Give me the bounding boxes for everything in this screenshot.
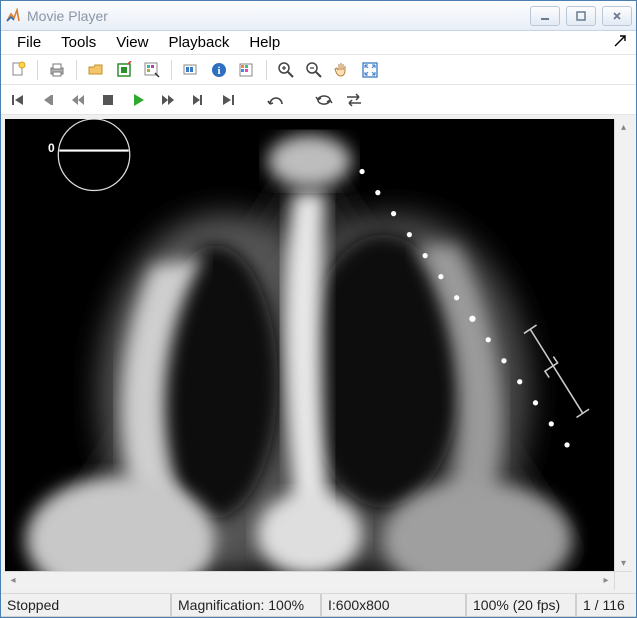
video-viewport[interactable]: 0 [5, 119, 614, 571]
vscroll-track[interactable] [615, 135, 632, 555]
status-state: Stopped [1, 594, 171, 617]
scroll-up-icon[interactable]: ▴ [616, 119, 632, 135]
scroll-down-icon[interactable]: ▾ [616, 555, 632, 571]
status-fps: 100% (20 fps) [466, 594, 576, 617]
main-toolbar: i [1, 55, 636, 85]
scroll-left-icon[interactable]: ◂ [5, 573, 21, 589]
scroll-corner [614, 572, 632, 590]
info-button[interactable]: i [206, 57, 232, 83]
depth-marker-label: 0 [48, 141, 55, 155]
open-button[interactable] [83, 57, 109, 83]
playback-toolbar [1, 85, 636, 115]
new-doc-button[interactable] [5, 57, 31, 83]
close-button[interactable] [602, 6, 632, 26]
zoom-out-button[interactable] [301, 57, 327, 83]
print-button[interactable] [44, 57, 70, 83]
menu-help[interactable]: Help [239, 32, 290, 53]
statusbar: Stopped Magnification: 100% I:600x800 10… [1, 593, 636, 617]
menu-tools[interactable]: Tools [51, 32, 106, 53]
rewind-button[interactable] [65, 87, 91, 113]
window-controls [530, 6, 632, 26]
jump-to-button[interactable] [263, 87, 289, 113]
video-info-button[interactable] [178, 57, 204, 83]
status-frame: 1 / 116 [576, 594, 636, 617]
svg-text:i: i [217, 65, 220, 77]
status-dimensions: I:600x800 [321, 594, 466, 617]
pan-button[interactable] [329, 57, 355, 83]
ultrasound-frame [5, 119, 614, 571]
play-button[interactable] [125, 87, 151, 113]
menu-view[interactable]: View [106, 32, 158, 53]
scroll-right-icon[interactable]: ▸ [598, 573, 614, 589]
step-back-button[interactable] [35, 87, 61, 113]
go-first-button[interactable] [5, 87, 31, 113]
fit-window-button[interactable] [357, 57, 383, 83]
maximize-button[interactable] [566, 6, 596, 26]
minimize-button[interactable] [530, 6, 560, 26]
status-magnification: Magnification: 100% [171, 594, 321, 617]
fast-forward-button[interactable] [155, 87, 181, 113]
colormap-button[interactable] [234, 57, 260, 83]
menu-file[interactable]: File [7, 32, 51, 53]
loop-button[interactable] [311, 87, 337, 113]
vertical-scrollbar[interactable]: ▴ ▾ [614, 119, 632, 571]
horizontal-scrollbar[interactable]: ◂ ▸ [5, 571, 632, 589]
export-button[interactable] [111, 57, 137, 83]
matlab-app-icon [5, 8, 21, 24]
stop-button[interactable] [95, 87, 121, 113]
menu-undock-icon[interactable] [610, 32, 630, 53]
go-last-button[interactable] [215, 87, 241, 113]
titlebar: Movie Player [1, 1, 636, 31]
autoreverse-button[interactable] [341, 87, 367, 113]
content-area: 0 ▴ ▾ ◂ ▸ [1, 115, 636, 593]
window-title: Movie Player [27, 8, 530, 24]
pixel-region-button[interactable] [139, 57, 165, 83]
menubar: File Tools View Playback Help [1, 31, 636, 55]
step-forward-button[interactable] [185, 87, 211, 113]
movie-player-window: Movie Player File Tools View Playback He… [0, 0, 637, 618]
zoom-in-button[interactable] [273, 57, 299, 83]
hscroll-track[interactable] [21, 572, 598, 589]
menu-playback[interactable]: Playback [158, 32, 239, 53]
